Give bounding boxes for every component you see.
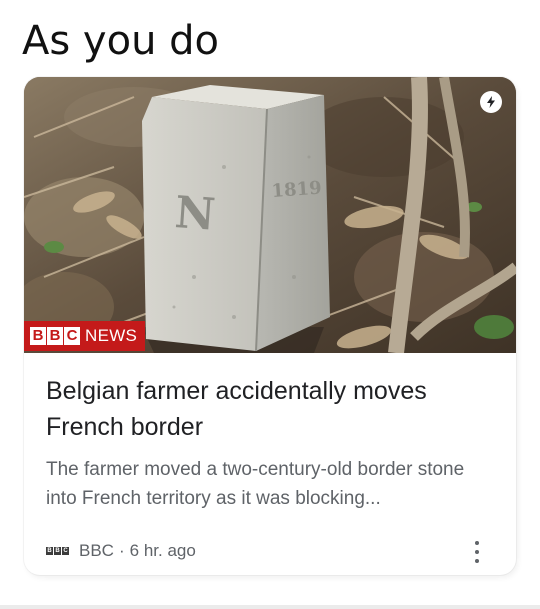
article-image[interactable]: N 1819 B B C NEWS xyxy=(24,77,516,353)
article-age: 6 hr. ago xyxy=(129,541,196,560)
svg-text:1819: 1819 xyxy=(271,178,322,202)
meta-separator: · xyxy=(118,541,125,560)
amp-lightning-icon xyxy=(480,91,502,113)
bbc-favicon: B B C xyxy=(46,547,70,555)
favicon-letter-b1: B xyxy=(46,547,53,555)
bbc-letter-b1: B xyxy=(30,327,46,345)
favicon-letter-c: C xyxy=(62,547,69,555)
article-headline[interactable]: Belgian farmer accidentally moves French… xyxy=(46,373,486,445)
news-card[interactable]: N 1819 B B C NEWS Belgian farmer acciden… xyxy=(24,77,516,575)
meme-caption: As you do xyxy=(22,18,219,64)
menu-dot xyxy=(475,550,479,554)
favicon-letter-b2: B xyxy=(54,547,61,555)
source-name: BBC xyxy=(79,541,114,560)
article-meta: B B C BBC · 6 hr. ago xyxy=(46,537,196,565)
menu-dot xyxy=(475,559,479,563)
bbc-letter-c: C xyxy=(64,327,80,345)
menu-dot xyxy=(475,541,479,545)
more-vert-icon[interactable] xyxy=(474,541,480,563)
bottom-divider xyxy=(0,605,540,609)
bbc-letter-b2: B xyxy=(47,327,63,345)
bbc-news-label: NEWS xyxy=(85,326,138,345)
svg-text:N: N xyxy=(173,187,217,241)
article-snippet: The farmer moved a two-century-old borde… xyxy=(46,459,465,509)
border-stone-photo: N 1819 xyxy=(24,77,516,353)
bbc-news-logo: B B C NEWS xyxy=(24,321,146,351)
